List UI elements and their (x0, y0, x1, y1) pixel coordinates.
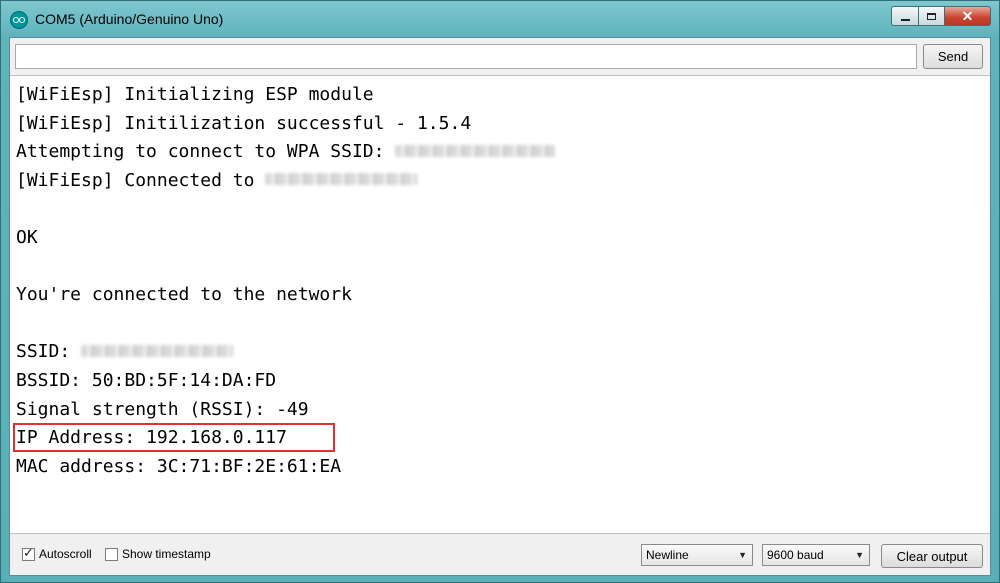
close-button[interactable]: ✕ (945, 6, 991, 26)
line-ending-select[interactable]: Newline ▼ (641, 544, 753, 566)
console-line-text: BSSID: 50:BD:5F:14:DA:FD (16, 370, 277, 391)
baud-rate-select[interactable]: 9600 baud ▼ (762, 544, 870, 566)
autoscroll-checkbox[interactable] (22, 545, 35, 561)
chevron-down-icon: ▼ (855, 550, 864, 560)
send-button[interactable]: Send (923, 44, 983, 69)
maximize-icon (927, 12, 936, 20)
redacted-value (265, 173, 418, 186)
console-line: SSID: (16, 341, 234, 363)
chevron-down-icon: ▼ (738, 550, 747, 560)
console-line: [WiFiEsp] Initilization successful - 1.5… (16, 113, 471, 135)
client-area: Send [WiFiEsp] Initializing ESP module [W… (9, 37, 991, 576)
footer-bar: Autoscroll Show timestamp Newline ▼ 9600… (10, 534, 990, 575)
serial-output[interactable]: [WiFiEsp] Initializing ESP module [WiFiEs… (10, 75, 990, 534)
title-bar[interactable]: COM5 (Arduino/Genuino Uno) ✕ (1, 1, 999, 37)
highlight-box (13, 423, 335, 453)
console-line-text: You're connected to the network (16, 284, 352, 306)
console-line: MAC address: 3C:71:BF:2E:61:EA (16, 456, 341, 478)
serial-monitor-window: COM5 (Arduino/Genuino Uno) ✕ Send [WiFiE… (0, 0, 1000, 583)
baud-rate-value: 9600 baud (767, 548, 824, 562)
minimize-button[interactable] (891, 6, 919, 26)
console-line: Signal strength (RSSI): -49 (16, 399, 309, 421)
minimize-icon (900, 19, 910, 21)
console-line: You're connected to the network (16, 284, 352, 306)
timestamp-toggle[interactable]: Show timestamp (105, 547, 211, 561)
console-line-text: [WiFiEsp] Initilization successful - 1.5… (16, 112, 472, 134)
clear-output-button[interactable]: Clear output (881, 544, 983, 568)
console-line-text: SSID: (16, 341, 82, 363)
console-line-text: OK (16, 227, 38, 248)
autoscroll-toggle[interactable]: Autoscroll (22, 545, 92, 561)
window-title: COM5 (Arduino/Genuino Uno) (35, 11, 224, 27)
console-line: BSSID: 50:BD:5F:14:DA:FD (16, 370, 276, 392)
close-icon: ✕ (961, 7, 974, 24)
autoscroll-label: Autoscroll (39, 547, 92, 561)
timestamp-label: Show timestamp (122, 547, 211, 561)
console-line-text: [WiFiEsp] Connected to (16, 169, 266, 191)
redacted-value (81, 344, 234, 357)
console-line: OK (16, 227, 38, 249)
send-input[interactable] (15, 44, 917, 69)
console-line: [WiFiEsp] Connected to (16, 169, 418, 192)
arduino-logo-icon (10, 11, 28, 29)
line-ending-value: Newline (646, 548, 689, 562)
window-controls: ✕ (891, 6, 991, 28)
console-line: Attempting to connect to WPA SSID: (16, 141, 556, 163)
console-line-text: Attempting to connect to WPA SSID: (16, 141, 396, 163)
redacted-value (395, 144, 556, 157)
console-line: [WiFiEsp] Initializing ESP module (16, 84, 374, 106)
timestamp-checkbox[interactable] (105, 547, 118, 561)
console-line-text: Signal strength (RSSI): -49 (16, 398, 309, 420)
console-line-text: MAC address: 3C:71:BF:2E:61:EA (16, 455, 342, 477)
console-line-text: [WiFiEsp] Initializing ESP module (16, 84, 374, 105)
maximize-button[interactable] (919, 6, 945, 26)
